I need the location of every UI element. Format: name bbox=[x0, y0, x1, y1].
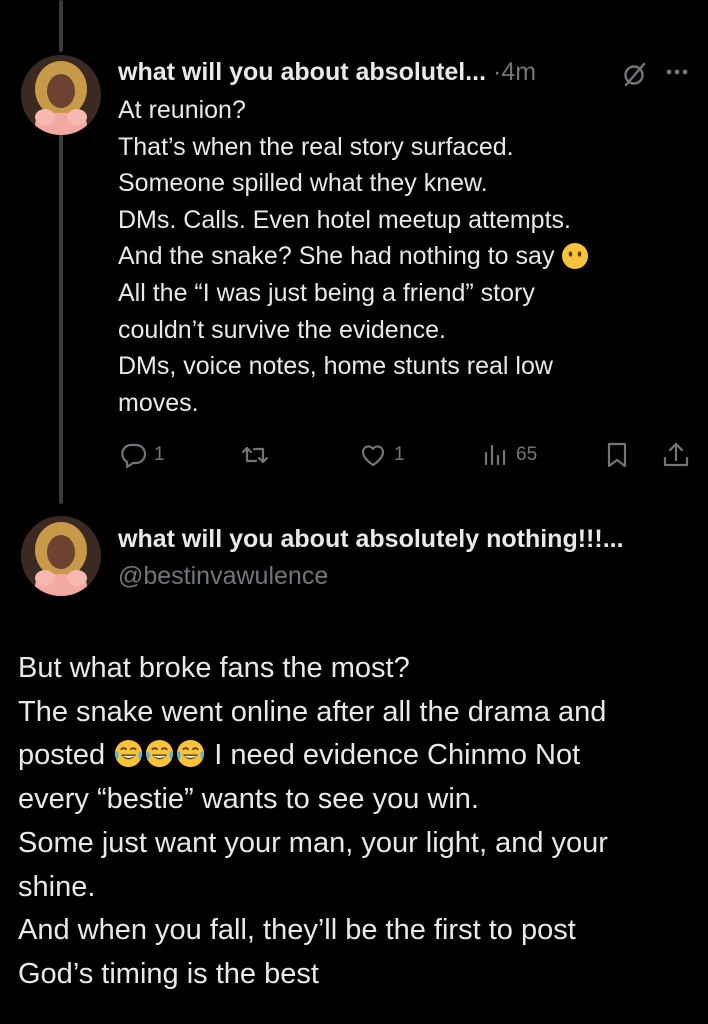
reply-count: 1 bbox=[154, 444, 165, 465]
tweet-text-line: At reunion? bbox=[118, 96, 246, 124]
views-button[interactable]: 65 bbox=[480, 437, 537, 473]
tweet-text-line-with-emoji: And the snake? She had nothing to say bbox=[118, 238, 688, 275]
tweet-text-line: moves. bbox=[118, 388, 199, 417]
tweet-text: But what broke fans the most? The snake … bbox=[18, 647, 698, 997]
tweet-text-line: shine. bbox=[18, 870, 96, 903]
display-name[interactable]: what will you about absolutel... bbox=[118, 58, 486, 86]
tweet-text-line: But what broke fans the most? bbox=[18, 652, 410, 684]
user-handle[interactable]: @bestinvawulence bbox=[118, 561, 328, 591]
share-button[interactable] bbox=[661, 437, 691, 473]
more-icon[interactable] bbox=[661, 60, 693, 84]
like-button[interactable]: 1 bbox=[358, 437, 405, 473]
repost-button[interactable] bbox=[240, 437, 276, 473]
face-without-mouth-emoji-icon bbox=[562, 242, 589, 269]
tweet-header: what will you about absolutel... ·4m bbox=[118, 57, 536, 87]
tweet-text-line: DMs, voice notes, home stunts real low bbox=[118, 352, 553, 381]
tweet-text-line: All the “I was just being a friend” stor… bbox=[118, 278, 535, 307]
avatar[interactable] bbox=[21, 55, 101, 135]
share-icon bbox=[663, 442, 689, 467]
views-count: 65 bbox=[516, 444, 538, 465]
tweet-text-line: Someone spilled what they knew. bbox=[118, 169, 488, 198]
tweet-text-line: That’s when the real story surfaced. bbox=[118, 132, 514, 161]
timestamp[interactable]: 4m bbox=[501, 58, 536, 86]
thread-line bbox=[59, 0, 63, 52]
repost-icon bbox=[241, 446, 269, 464]
tears-of-joy-emoji-icon bbox=[115, 740, 143, 768]
tears-of-joy-emoji-icon bbox=[146, 740, 174, 768]
grok-icon[interactable] bbox=[621, 60, 649, 88]
reply-button[interactable]: 1 bbox=[118, 437, 165, 473]
tweet-text-line-with-emoji: posted I need evidence Chinmo Not bbox=[18, 734, 698, 778]
like-count: 1 bbox=[394, 444, 405, 465]
bookmark-button[interactable] bbox=[603, 437, 631, 473]
tweet-text-line: The snake went online after all the dram… bbox=[18, 695, 607, 728]
reply-icon bbox=[121, 443, 147, 469]
heart-icon bbox=[361, 445, 385, 467]
tweet-text-line: DMs. Calls. Even hotel meetup attempts. bbox=[118, 205, 571, 234]
tweet-actions: 1 1 65 bbox=[0, 437, 708, 473]
tweet-text-segment: I need evidence Chinmo Not bbox=[214, 739, 581, 772]
tweet-text-line: God’s timing is the best bbox=[18, 957, 319, 990]
display-name[interactable]: what will you about absolutely nothing!!… bbox=[118, 524, 624, 554]
tweet-text-line: Some just want your man, your light, and… bbox=[18, 826, 608, 859]
tweet-text-segment: posted bbox=[18, 739, 106, 772]
tweet-text: At reunion? That’s when the real story s… bbox=[118, 92, 688, 421]
avatar[interactable] bbox=[21, 516, 101, 596]
views-icon bbox=[484, 444, 506, 466]
tweet-text-line: And when you fall, they’ll be the first … bbox=[18, 914, 576, 947]
bookmark-icon bbox=[607, 442, 627, 468]
tears-of-joy-emoji-icon bbox=[177, 740, 205, 768]
tweet-text-line: every “bestie” wants to see you win. bbox=[18, 783, 479, 816]
tweet-text-line: couldn’t survive the evidence. bbox=[118, 315, 446, 344]
tweet-text-segment: And the snake? She had nothing to say bbox=[118, 242, 555, 271]
